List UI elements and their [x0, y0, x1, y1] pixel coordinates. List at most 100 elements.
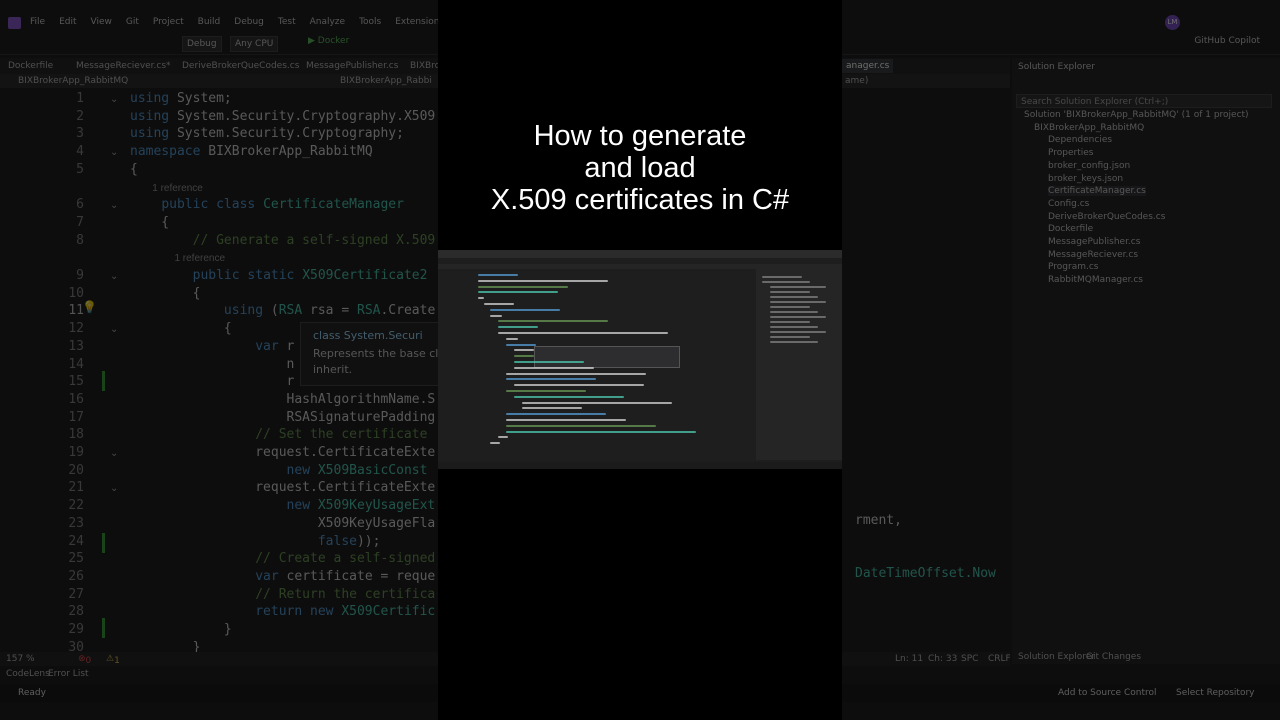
- code-token: System.Security.Cryptography;: [176, 126, 404, 142]
- menu-item[interactable]: Tools: [359, 17, 381, 27]
- lightbulb-icon[interactable]: 💡: [82, 300, 97, 314]
- code-line: HashAlgorithmName.S: [130, 392, 436, 407]
- menu-item[interactable]: Extensions: [395, 17, 444, 27]
- solution-tree-item[interactable]: BIXBrokerApp_RabbitMQ: [1034, 123, 1144, 133]
- line-number: 19: [68, 445, 84, 460]
- thumbnail-solution-explorer: [756, 264, 842, 460]
- tab-certificatemanager[interactable]: anager.cs: [842, 59, 894, 73]
- solution-tree-item[interactable]: Solution 'BIXBrokerApp_RabbitMQ' (1 of 1…: [1024, 110, 1249, 120]
- code-line: false));: [130, 533, 381, 549]
- overlay-title-line-2: and load: [584, 152, 696, 184]
- line-number: 7: [76, 214, 84, 230]
- fold-chevron-icon[interactable]: ⌄: [110, 94, 118, 105]
- code-token: false: [317, 533, 357, 549]
- solution-tree-item[interactable]: MessageReciever.cs: [1048, 250, 1138, 260]
- solution-tree-item[interactable]: MessagePublisher.cs: [1048, 237, 1140, 247]
- line-number: 17: [68, 409, 84, 425]
- solution-tree-item[interactable]: Config.cs: [1048, 199, 1089, 209]
- menu-item[interactable]: Build: [198, 17, 221, 27]
- solution-tree-item[interactable]: broker_config.json: [1048, 161, 1130, 171]
- line-ending-indicator[interactable]: CRLF: [988, 654, 1011, 664]
- solution-tree-item[interactable]: RabbitMQManager.cs: [1048, 275, 1143, 285]
- run-docker-button[interactable]: ▶ Docker: [308, 36, 349, 46]
- solution-tree-item[interactable]: broker_keys.json: [1048, 174, 1123, 184]
- menu-item[interactable]: Git: [126, 17, 139, 27]
- warning-count[interactable]: ⚠ 1: [106, 654, 120, 666]
- thumbnail-tree-line: [770, 296, 818, 298]
- line-number: 16: [68, 391, 84, 407]
- line-number: 6: [76, 197, 84, 213]
- copilot-button[interactable]: GitHub Copilot: [1194, 36, 1260, 46]
- avatar[interactable]: LM: [1165, 15, 1180, 30]
- fold-chevron-icon[interactable]: ⌄: [110, 483, 118, 494]
- line-indicator: Ln: 11: [895, 654, 924, 664]
- menu-item[interactable]: Project: [153, 17, 184, 27]
- solution-tree-item[interactable]: Dependencies: [1048, 135, 1112, 145]
- code-token: using: [130, 126, 177, 142]
- tab-messagereciever[interactable]: MessageReciever.cs*: [76, 61, 171, 71]
- fold-chevron-icon[interactable]: ⌄: [110, 147, 118, 158]
- menu-item[interactable]: Edit: [59, 17, 76, 27]
- tab-git-changes[interactable]: Git Changes: [1086, 652, 1141, 662]
- thumbnail-code-line: [498, 436, 508, 439]
- add-to-source-control-button[interactable]: Add to Source Control: [1058, 688, 1157, 698]
- thumbnail-code-line: [522, 401, 672, 404]
- configuration-select[interactable]: Debug: [182, 36, 222, 52]
- code-line: new X509BasicConst: [130, 463, 428, 478]
- line-number: 18: [68, 427, 84, 443]
- menu-item[interactable]: Debug: [234, 17, 264, 27]
- line-number: 5: [76, 161, 84, 177]
- tab-bixbro[interactable]: BIXBro: [410, 61, 440, 71]
- zoom-level[interactable]: 157 %: [6, 654, 35, 664]
- code-line: {: [130, 286, 201, 301]
- select-repository-button[interactable]: Select Repository: [1176, 688, 1254, 698]
- warning-count-value: 1: [114, 656, 120, 666]
- tab-solution-explorer[interactable]: Solution Explorer: [1018, 652, 1095, 662]
- solution-tree-item[interactable]: CertificateManager.cs: [1048, 186, 1146, 197]
- menu-item[interactable]: File: [30, 17, 45, 27]
- code-line: // Return the certifica: [130, 587, 435, 602]
- thumbnail-code-line: [506, 372, 646, 375]
- tab-codelens[interactable]: CodeLens: [6, 669, 50, 679]
- solution-tree-item[interactable]: Properties: [1048, 148, 1093, 158]
- error-count[interactable]: ⊗ 0: [78, 654, 91, 666]
- error-count-value: 0: [85, 656, 92, 666]
- scope-dropdown[interactable]: BIXBrokerApp_Rabbi: [340, 76, 432, 86]
- solution-tree-item[interactable]: Program.cs: [1048, 262, 1098, 272]
- code-token: {: [130, 161, 138, 177]
- thumbnail-code-line: [514, 395, 624, 398]
- solution-search-input[interactable]: Search Solution Explorer (Ctrl+;): [1016, 94, 1272, 108]
- solution-tree-item[interactable]: DeriveBrokerQueCodes.cs: [1048, 212, 1165, 222]
- spacing-indicator[interactable]: SPC: [961, 654, 978, 664]
- code-line: public class CertificateManager: [130, 197, 404, 212]
- menu-item[interactable]: Test: [278, 17, 296, 27]
- thumbnail-code-line: [514, 349, 534, 352]
- member-dropdown[interactable]: ame): [845, 76, 868, 86]
- code-token: n: [130, 356, 295, 372]
- code-token: // Set the certificate: [130, 427, 428, 443]
- fold-chevron-icon[interactable]: ⌄: [110, 324, 118, 335]
- fold-chevron-icon[interactable]: ⌄: [110, 271, 118, 282]
- fold-chevron-icon[interactable]: ⌄: [110, 448, 118, 459]
- code-token: new: [286, 498, 318, 514]
- line-number: 24: [68, 533, 84, 549]
- tab-dockerfile[interactable]: Dockerfile: [8, 61, 53, 71]
- platform-select[interactable]: Any CPU: [230, 36, 279, 52]
- overlay-title: How to generate and load X.509 certifica…: [438, 120, 842, 216]
- menu-item[interactable]: View: [91, 17, 112, 27]
- tab-derivebrokerquecodes[interactable]: DeriveBrokerQueCodes.cs: [182, 61, 299, 71]
- project-dropdown[interactable]: BIXBrokerApp_RabbitMQ: [18, 76, 128, 86]
- solution-tree-item[interactable]: Dockerfile: [1048, 224, 1093, 234]
- menu-item[interactable]: Analyze: [310, 17, 345, 27]
- code-line: request.CertificateExte: [130, 480, 435, 495]
- thumbnail-code-line: [506, 337, 518, 340]
- tab-error-list[interactable]: Error List: [48, 669, 89, 679]
- thumbnail-code-line: [498, 332, 668, 334]
- tab-messagepublisher[interactable]: MessagePublisher.cs: [306, 61, 398, 71]
- line-number: 26: [68, 568, 84, 584]
- fold-chevron-icon[interactable]: ⌄: [110, 200, 118, 211]
